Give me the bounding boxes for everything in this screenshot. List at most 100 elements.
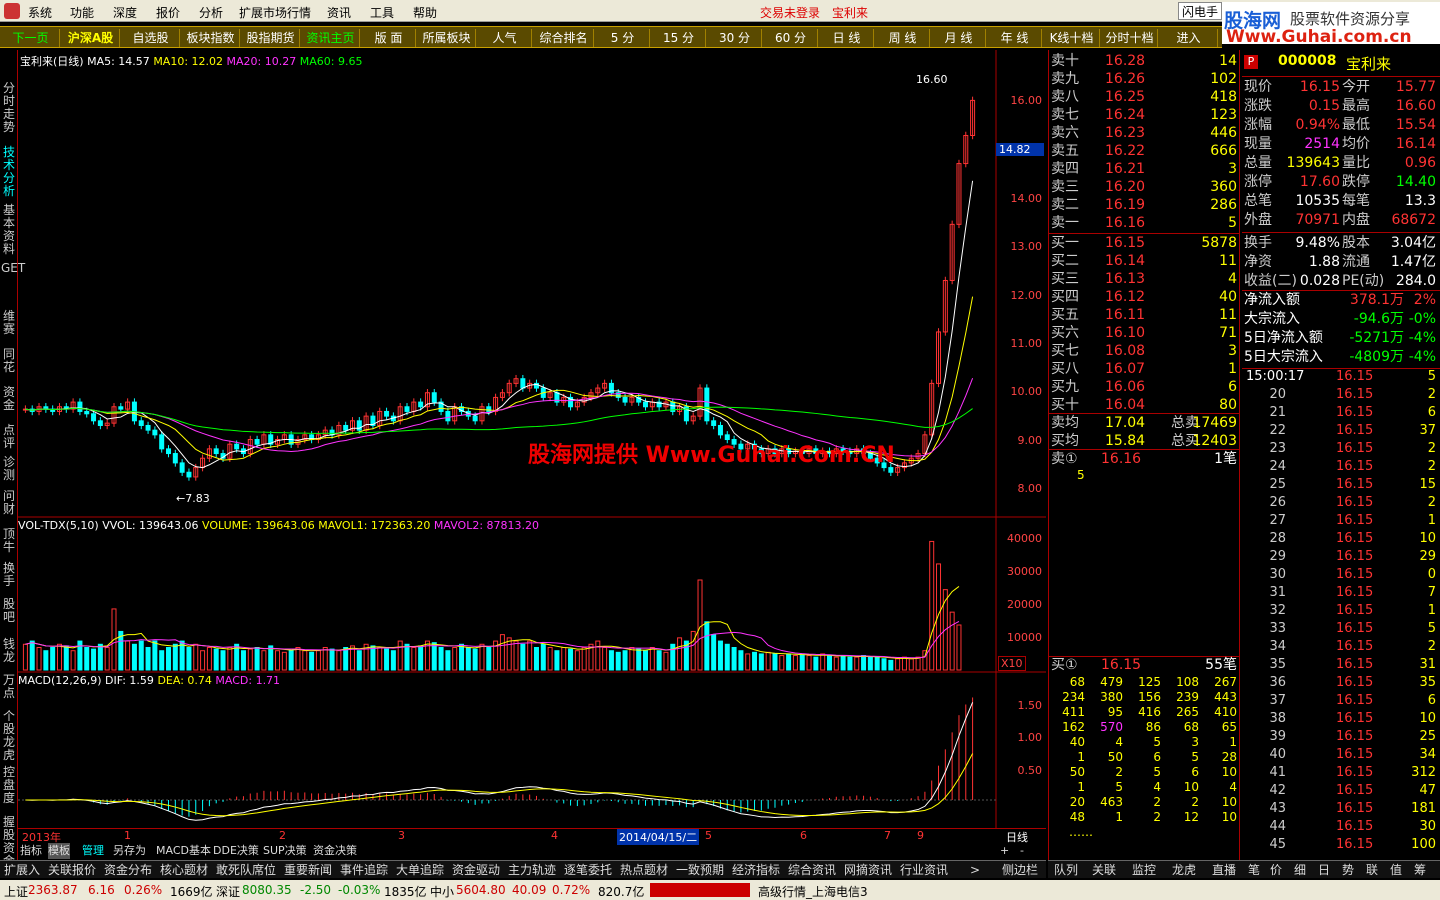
bn-expand[interactable]: 扩展入	[4, 862, 40, 878]
bn-general-info[interactable]: 综合资讯	[788, 862, 836, 878]
rn-daily[interactable]: 日	[1318, 862, 1330, 878]
sell-level-row[interactable]: 卖四 16.21 3	[1051, 160, 1239, 178]
vtab-timeshare[interactable]: 分时走势	[1, 82, 17, 134]
vtab-qianlong[interactable]: 钱龙	[1, 638, 17, 664]
rn-queue[interactable]: 队列	[1054, 862, 1078, 878]
sell-level-row[interactable]: 卖五 16.22 666	[1051, 142, 1239, 160]
vtab-guba[interactable]: 股吧	[1, 598, 17, 624]
sidebar-toggle[interactable]: 侧边栏	[1002, 862, 1038, 878]
vtab-wandian[interactable]: 万点	[1, 674, 17, 700]
tb-60min[interactable]: 60 分	[764, 29, 818, 47]
bn-web-info[interactable]: 网摘资讯	[844, 862, 892, 878]
vtab-wencai[interactable]: 问财	[1, 490, 17, 516]
bn-industry-info[interactable]: 行业资讯	[900, 862, 948, 878]
vtab-get[interactable]: GET	[1, 262, 25, 275]
buy-level-row[interactable]: 买四 16.12 40	[1051, 288, 1239, 306]
menu-info[interactable]: 资讯	[327, 4, 351, 21]
menu-system[interactable]: 系统	[28, 4, 52, 21]
rn-trades[interactable]: 笔	[1248, 862, 1260, 878]
scroll-right-icon[interactable]: >	[970, 862, 980, 878]
buy-level-row[interactable]: 买一 16.15 5878	[1051, 234, 1239, 252]
buy-level-row[interactable]: 买六 16.10 71	[1051, 324, 1239, 342]
tb-daily[interactable]: 日 线	[820, 29, 874, 47]
flash-phone-button[interactable]: 闪电手	[1178, 2, 1222, 20]
rn-price[interactable]: 价	[1270, 862, 1282, 878]
sell-level-row[interactable]: 卖六 16.23 446	[1051, 124, 1239, 142]
vtab-fundamental[interactable]: 基本资料	[1, 204, 17, 256]
menu-function[interactable]: 功能	[70, 4, 94, 21]
sell-level-row[interactable]: 卖一 16.16 5	[1051, 214, 1239, 232]
subtab-dde[interactable]: DDE决策	[213, 843, 259, 859]
sell-level-row[interactable]: 卖八 16.25 418	[1051, 88, 1239, 106]
buy-level-row[interactable]: 买七 16.08 3	[1051, 342, 1239, 360]
bn-fund-distribution[interactable]: 资金分布	[104, 862, 152, 878]
tb-watchlist[interactable]: 自选股	[122, 29, 180, 47]
period-label[interactable]: 日线	[1006, 829, 1028, 845]
vtab-tonghua[interactable]: 同花	[1, 348, 17, 374]
bn-important-news[interactable]: 重要新闻	[284, 862, 332, 878]
tb-next-page[interactable]: 下一页	[2, 29, 60, 47]
menu-quote[interactable]: 报价	[156, 4, 180, 21]
bn-main-force[interactable]: 主力轨迹	[508, 862, 556, 878]
menu-help[interactable]: 帮助	[413, 4, 437, 21]
tb-sector-index[interactable]: 板块指数	[182, 29, 240, 47]
tb-30min[interactable]: 30 分	[708, 29, 762, 47]
rn-dragon-tiger[interactable]: 龙虎	[1172, 862, 1196, 878]
rn-live[interactable]: 直播	[1212, 862, 1236, 878]
bn-event-tracking[interactable]: 事件追踪	[340, 862, 388, 878]
vtab-review[interactable]: 点评	[1, 424, 17, 450]
tb-layout[interactable]: 版 面	[362, 29, 416, 47]
zoom-in-button[interactable]: +	[1000, 843, 1009, 859]
current-stock-alert[interactable]: 宝利来	[832, 4, 868, 21]
buy-level-row[interactable]: 买二 16.14 11	[1051, 252, 1239, 270]
subtab-template[interactable]: 模板	[48, 843, 70, 859]
menu-extended-market[interactable]: 扩展市场行情	[239, 4, 311, 21]
sell-level-row[interactable]: 卖二 16.19 286	[1051, 196, 1239, 214]
menu-depth[interactable]: 深度	[113, 4, 137, 21]
bn-big-order-tracking[interactable]: 大单追踪	[396, 862, 444, 878]
tb-monthly[interactable]: 月 线	[932, 29, 986, 47]
buy-level-row[interactable]: 买九 16.06 6	[1051, 378, 1239, 396]
bn-tick-orders[interactable]: 逐笔委托	[564, 862, 612, 878]
buy-level-row[interactable]: 买三 16.13 4	[1051, 270, 1239, 288]
subtab-indicator[interactable]: 指标	[20, 843, 42, 859]
tb-yearly[interactable]: 年 线	[988, 29, 1042, 47]
bn-fund-drive[interactable]: 资金驱动	[452, 862, 500, 878]
bn-dare-squad[interactable]: 敢死队席位	[216, 862, 276, 878]
tb-timeshare-10-levels[interactable]: 分时十档	[1102, 29, 1158, 47]
subtab-sup[interactable]: SUP决策	[263, 843, 307, 859]
rn-chips[interactable]: 筹	[1414, 862, 1426, 878]
bn-hot-theme[interactable]: 热点题材	[620, 862, 668, 878]
zx-index-label[interactable]: 中小	[430, 883, 454, 900]
rn-link[interactable]: 联	[1366, 862, 1378, 878]
bn-related-quote[interactable]: 关联报价	[48, 862, 96, 878]
queue-more[interactable]: ……	[1069, 825, 1093, 839]
sh-index-label[interactable]: 上证	[4, 883, 28, 900]
vtab-diagnose[interactable]: 诊测	[1, 456, 17, 482]
menu-analysis[interactable]: 分析	[199, 4, 223, 21]
sell-level-row[interactable]: 卖七 16.24 123	[1051, 106, 1239, 124]
sell-level-row[interactable]: 卖三 16.20 360	[1051, 178, 1239, 196]
tb-15min[interactable]: 15 分	[652, 29, 706, 47]
tb-weekly[interactable]: 周 线	[876, 29, 930, 47]
tb-k-10-levels[interactable]: K线十档	[1044, 29, 1100, 47]
rn-trend[interactable]: 势	[1342, 862, 1354, 878]
bn-economic[interactable]: 经济指标	[732, 862, 780, 878]
subtab-funds[interactable]: 资金决策	[313, 843, 357, 859]
tb-hs-a-shares[interactable]: 沪深A股	[62, 29, 120, 47]
tb-index-futures[interactable]: 股指期货	[242, 29, 300, 47]
menu-tools[interactable]: 工具	[370, 4, 394, 21]
bn-core-theme[interactable]: 核心题材	[160, 862, 208, 878]
vtab-technical[interactable]: 技术分析	[1, 146, 17, 198]
data-feed-label[interactable]: 高级行情_上海电信3	[758, 883, 868, 900]
tb-5min[interactable]: 5 分	[596, 29, 650, 47]
buy1-queue-row[interactable]: 买① 16.15 55笔	[1051, 656, 1239, 674]
tb-ranking[interactable]: 综合排名	[534, 29, 594, 47]
buy-level-row[interactable]: 买八 16.07 1	[1051, 360, 1239, 378]
vtab-dragon-tiger[interactable]: 个股龙虎	[1, 710, 17, 762]
subtab-save-as[interactable]: 另存为	[113, 843, 146, 859]
vtab-dingniu[interactable]: 顶牛	[1, 528, 17, 554]
rn-monitor[interactable]: 监控	[1132, 862, 1156, 878]
subtab-manage[interactable]: 管理	[82, 843, 104, 859]
rn-related[interactable]: 关联	[1092, 862, 1116, 878]
